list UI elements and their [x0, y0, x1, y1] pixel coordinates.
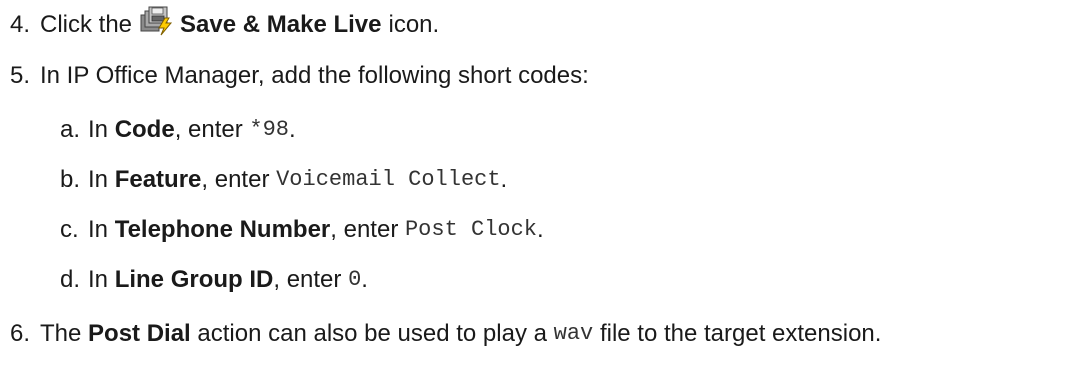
substep-b: b. In Feature, enter Voicemail Collect. — [60, 166, 507, 194]
code-value: *98 — [249, 117, 290, 142]
period: . — [289, 116, 296, 143]
save-make-live-icon — [138, 6, 174, 36]
code-value: 0 — [348, 267, 362, 292]
step-letter: c. — [60, 216, 79, 243]
substep-c: c. In Telephone Number, enter Post Clock… — [60, 216, 544, 244]
step-text-mid: , enter — [201, 166, 270, 193]
step-text-after: icon. — [388, 11, 440, 38]
code-value: Voicemail Collect — [276, 167, 501, 192]
step-text-mid: , enter — [174, 116, 243, 143]
period: . — [537, 216, 544, 243]
step-letter: b. — [60, 166, 81, 193]
period: . — [361, 266, 368, 293]
step-number: 4. — [10, 11, 31, 38]
step-number: 6. — [10, 320, 31, 347]
step-letter: d. — [60, 266, 81, 293]
step-text: In — [88, 116, 109, 143]
step-text-mid: , enter — [273, 266, 342, 293]
field-name: Code — [114, 116, 175, 143]
substep-a: a. In Code, enter *98. — [60, 116, 296, 144]
step-letter: a. — [60, 116, 81, 143]
code-value: Post Clock — [404, 217, 538, 242]
step-text: Click the — [40, 11, 133, 38]
field-name: Telephone Number — [114, 216, 331, 243]
step-text: In IP Office Manager, add the following … — [40, 62, 589, 89]
field-name: Feature — [114, 166, 202, 193]
substep-d: d. In Line Group ID, enter 0. — [60, 266, 368, 294]
step-5: 5. In IP Office Manager, add the followi… — [10, 62, 589, 90]
step-number: 5. — [10, 62, 31, 89]
code-value: wav — [553, 321, 594, 346]
step-text-mid: , enter — [330, 216, 399, 243]
step-text: In — [88, 216, 109, 243]
step-text: In — [88, 166, 109, 193]
field-name: Line Group ID — [114, 266, 274, 293]
step-4: 4. Click the Save & Make Live icon. — [10, 6, 440, 40]
step-text-mid: action can also be used to play a — [197, 320, 547, 347]
step-text-after: file to the target extension. — [599, 320, 882, 347]
action-name: Post Dial — [88, 320, 191, 347]
step-6: 6. The Post Dial action can also be used… — [10, 320, 881, 348]
save-make-live-label: Save & Make Live — [180, 11, 382, 38]
step-text: In — [88, 266, 109, 293]
step-text: The — [40, 320, 82, 347]
period: . — [500, 166, 508, 193]
